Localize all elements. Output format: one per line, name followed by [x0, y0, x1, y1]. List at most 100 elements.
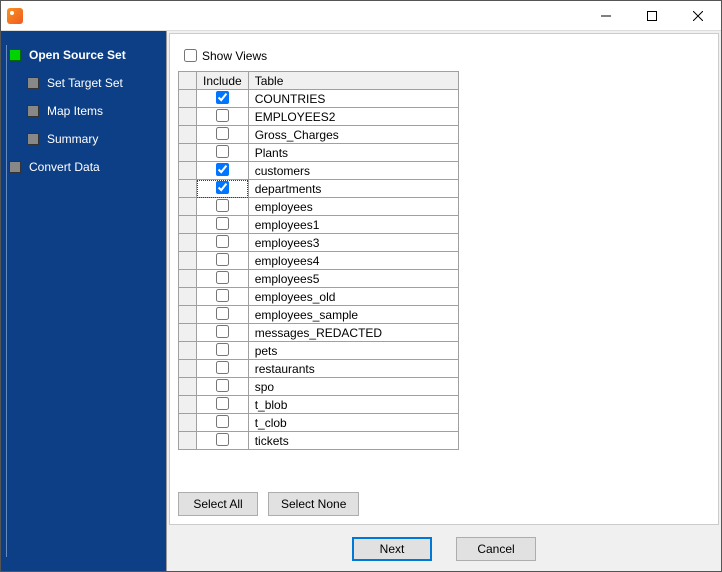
row-header[interactable] — [179, 90, 197, 108]
table-name-cell[interactable]: employees_old — [248, 288, 458, 306]
minimize-button[interactable] — [583, 1, 629, 31]
include-cell[interactable] — [197, 216, 249, 234]
table-name-cell[interactable]: tickets — [248, 432, 458, 450]
include-cell[interactable] — [197, 306, 249, 324]
row-header[interactable] — [179, 144, 197, 162]
close-button[interactable] — [675, 1, 721, 31]
row-header[interactable] — [179, 216, 197, 234]
include-cell[interactable] — [197, 360, 249, 378]
include-cell[interactable] — [197, 234, 249, 252]
table-row[interactable]: employees3 — [179, 234, 459, 252]
cancel-button[interactable]: Cancel — [456, 537, 536, 561]
include-checkbox[interactable] — [216, 397, 229, 410]
table-name-cell[interactable]: employees — [248, 198, 458, 216]
include-checkbox[interactable] — [216, 379, 229, 392]
wizard-step[interactable]: Convert Data — [9, 153, 158, 181]
row-header[interactable] — [179, 324, 197, 342]
wizard-step[interactable]: Summary — [27, 125, 158, 153]
row-header[interactable] — [179, 342, 197, 360]
include-checkbox[interactable] — [216, 235, 229, 248]
wizard-step[interactable]: Set Target Set — [27, 69, 158, 97]
table-name-cell[interactable]: restaurants — [248, 360, 458, 378]
row-header[interactable] — [179, 396, 197, 414]
table-row[interactable]: Plants — [179, 144, 459, 162]
include-checkbox[interactable] — [216, 307, 229, 320]
table-name-cell[interactable]: COUNTRIES — [248, 90, 458, 108]
column-header-table[interactable]: Table — [248, 72, 458, 90]
include-cell[interactable] — [197, 180, 249, 198]
include-cell[interactable] — [197, 378, 249, 396]
table-row[interactable]: restaurants — [179, 360, 459, 378]
row-header[interactable] — [179, 378, 197, 396]
next-button[interactable]: Next — [352, 537, 432, 561]
table-name-cell[interactable]: departments — [248, 180, 458, 198]
include-cell[interactable] — [197, 144, 249, 162]
include-cell[interactable] — [197, 324, 249, 342]
column-header-include[interactable]: Include — [197, 72, 249, 90]
wizard-step[interactable]: Open Source Set — [9, 41, 158, 69]
row-header[interactable] — [179, 198, 197, 216]
include-checkbox[interactable] — [216, 433, 229, 446]
table-name-cell[interactable]: employees5 — [248, 270, 458, 288]
include-checkbox[interactable] — [216, 199, 229, 212]
show-views-input[interactable] — [184, 49, 197, 62]
include-cell[interactable] — [197, 90, 249, 108]
include-cell[interactable] — [197, 270, 249, 288]
include-checkbox[interactable] — [216, 343, 229, 356]
table-name-cell[interactable]: spo — [248, 378, 458, 396]
row-header[interactable] — [179, 432, 197, 450]
include-cell[interactable] — [197, 342, 249, 360]
include-checkbox[interactable] — [216, 271, 229, 284]
table-name-cell[interactable]: employees4 — [248, 252, 458, 270]
include-checkbox[interactable] — [216, 91, 229, 104]
table-name-cell[interactable]: customers — [248, 162, 458, 180]
table-name-cell[interactable]: employees_sample — [248, 306, 458, 324]
select-none-button[interactable]: Select None — [268, 492, 359, 516]
table-name-cell[interactable]: employees1 — [248, 216, 458, 234]
table-row[interactable]: tickets — [179, 432, 459, 450]
include-cell[interactable] — [197, 432, 249, 450]
table-row[interactable]: COUNTRIES — [179, 90, 459, 108]
row-header[interactable] — [179, 288, 197, 306]
include-cell[interactable] — [197, 198, 249, 216]
include-cell[interactable] — [197, 162, 249, 180]
table-row[interactable]: employees — [179, 198, 459, 216]
table-name-cell[interactable]: t_blob — [248, 396, 458, 414]
table-name-cell[interactable]: EMPLOYEES2 — [248, 108, 458, 126]
include-checkbox[interactable] — [216, 181, 229, 194]
table-row[interactable]: employees4 — [179, 252, 459, 270]
show-views-checkbox[interactable]: Show Views — [180, 46, 710, 65]
include-checkbox[interactable] — [216, 361, 229, 374]
include-cell[interactable] — [197, 396, 249, 414]
maximize-button[interactable] — [629, 1, 675, 31]
table-name-cell[interactable]: messages_REDACTED — [248, 324, 458, 342]
table-row[interactable]: EMPLOYEES2 — [179, 108, 459, 126]
row-header[interactable] — [179, 108, 197, 126]
table-row[interactable]: t_blob — [179, 396, 459, 414]
table-row[interactable]: Gross_Charges — [179, 126, 459, 144]
table-row[interactable]: employees1 — [179, 216, 459, 234]
table-row[interactable]: customers — [179, 162, 459, 180]
row-header[interactable] — [179, 162, 197, 180]
row-header[interactable] — [179, 270, 197, 288]
row-header[interactable] — [179, 234, 197, 252]
include-checkbox[interactable] — [216, 289, 229, 302]
table-row[interactable]: pets — [179, 342, 459, 360]
row-header[interactable] — [179, 252, 197, 270]
include-checkbox[interactable] — [216, 253, 229, 266]
row-header[interactable] — [179, 180, 197, 198]
table-row[interactable]: spo — [179, 378, 459, 396]
include-cell[interactable] — [197, 126, 249, 144]
row-header[interactable] — [179, 306, 197, 324]
table-row[interactable]: departments — [179, 180, 459, 198]
include-checkbox[interactable] — [216, 217, 229, 230]
include-checkbox[interactable] — [216, 145, 229, 158]
include-cell[interactable] — [197, 108, 249, 126]
include-cell[interactable] — [197, 414, 249, 432]
include-checkbox[interactable] — [216, 127, 229, 140]
include-cell[interactable] — [197, 252, 249, 270]
table-name-cell[interactable]: employees3 — [248, 234, 458, 252]
select-all-button[interactable]: Select All — [178, 492, 258, 516]
row-header[interactable] — [179, 414, 197, 432]
row-header[interactable] — [179, 360, 197, 378]
